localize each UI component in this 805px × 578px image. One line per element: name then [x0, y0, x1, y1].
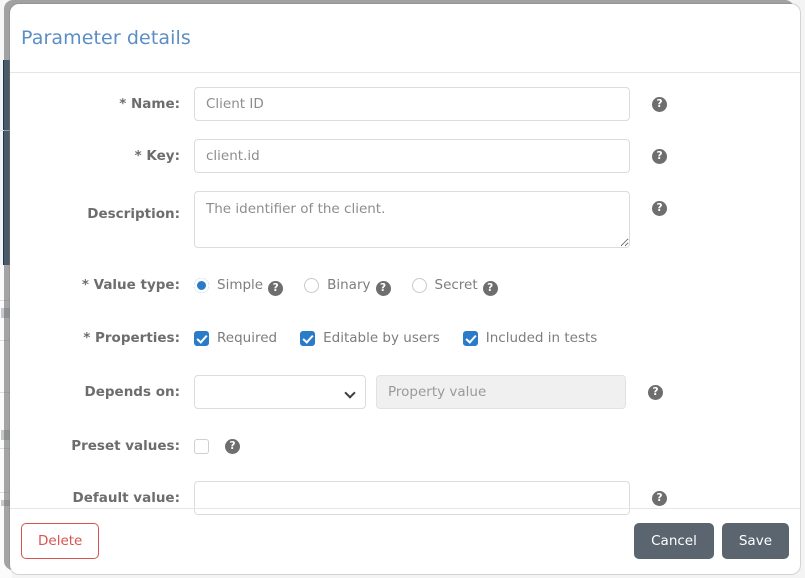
- label-name: * Name:: [119, 96, 180, 112]
- checkbox-option-required[interactable]: Required: [194, 330, 277, 346]
- form-row-description: Description: ?: [10, 191, 800, 248]
- key-input[interactable]: [194, 139, 630, 173]
- radio-option-secret[interactable]: Secret ?: [411, 277, 498, 296]
- label-description: Description:: [87, 206, 180, 222]
- form-row-key: * Key: ?: [10, 139, 800, 173]
- form-row-value-type: * Value type: Simple ? Binary ? Secret ?: [10, 268, 800, 302]
- help-icon[interactable]: ?: [652, 491, 667, 506]
- radio-icon-simple[interactable]: [194, 277, 209, 293]
- save-button[interactable]: Save: [721, 523, 789, 559]
- radio-label-simple: Simple: [217, 277, 264, 293]
- label-value-type: * Value type:: [81, 277, 180, 293]
- preset-values-wrapper: ?: [194, 429, 240, 463]
- label-key: * Key:: [134, 148, 180, 164]
- help-icon[interactable]: ?: [268, 280, 284, 296]
- help-icon[interactable]: ?: [652, 149, 667, 164]
- help-icon[interactable]: ?: [648, 385, 663, 400]
- backdrop-text-fragment: [1, 500, 10, 506]
- properties-checkbox-group: Required Editable by users Included in t…: [194, 321, 620, 355]
- checkbox-icon-editable-by-users[interactable]: [300, 330, 316, 346]
- checkbox-label-included-in-tests: Included in tests: [485, 330, 598, 346]
- radio-icon-binary[interactable]: [304, 277, 320, 293]
- form-row-name: * Name: ?: [10, 87, 800, 121]
- help-icon[interactable]: ?: [225, 438, 240, 454]
- label-depends-on: Depends on:: [84, 384, 180, 400]
- help-icon[interactable]: ?: [652, 97, 667, 112]
- checkbox-option-editable-by-users[interactable]: Editable by users: [300, 330, 440, 346]
- backdrop-text-fragment: [1, 430, 10, 440]
- radio-icon-secret[interactable]: [411, 277, 427, 293]
- checkbox-label-editable-by-users: Editable by users: [323, 330, 440, 346]
- depends-on-select[interactable]: [194, 375, 366, 409]
- checkbox-option-included-in-tests[interactable]: Included in tests: [462, 330, 598, 346]
- parameter-details-dialog: Parameter details * Name: ? * Key: ? Des…: [10, 4, 800, 574]
- dialog-body: * Name: ? * Key: ? Description: ? * Valu…: [10, 73, 800, 515]
- description-textarea[interactable]: [194, 191, 630, 248]
- help-icon[interactable]: ?: [375, 280, 391, 296]
- chevron-down-icon[interactable]: [344, 387, 356, 399]
- label-preset-values: Preset values:: [71, 438, 180, 454]
- form-row-depends-on: Depends on: Property value ?: [10, 375, 800, 409]
- radio-option-simple[interactable]: Simple ?: [194, 277, 284, 296]
- form-row-properties: * Properties: Required Editable by users…: [10, 321, 800, 355]
- label-properties: * Properties:: [83, 330, 180, 346]
- dialog-footer: Delete Cancel Save: [10, 508, 800, 573]
- checkbox-icon-required[interactable]: [194, 330, 209, 346]
- footer-actions: Cancel Save: [634, 523, 789, 559]
- cancel-button[interactable]: Cancel: [634, 523, 714, 559]
- dialog-title: Parameter details: [21, 27, 191, 49]
- value-type-radio-group: Simple ? Binary ? Secret ?: [194, 268, 519, 302]
- radio-label-secret: Secret: [434, 277, 478, 293]
- checkbox-label-required: Required: [217, 330, 278, 346]
- radio-option-binary[interactable]: Binary ?: [304, 277, 391, 296]
- delete-button[interactable]: Delete: [21, 523, 100, 559]
- dialog-header: Parameter details: [10, 4, 800, 73]
- checkbox-icon-included-in-tests[interactable]: [462, 330, 478, 346]
- help-icon[interactable]: ?: [482, 280, 498, 296]
- name-input[interactable]: [194, 87, 630, 121]
- form-row-preset-values: Preset values: ?: [10, 429, 800, 463]
- property-value-input: Property value: [376, 375, 626, 409]
- help-icon[interactable]: ?: [652, 201, 667, 216]
- preset-values-checkbox[interactable]: [194, 438, 209, 454]
- backdrop-text-fragment: [1, 308, 10, 318]
- radio-label-binary: Binary: [327, 277, 371, 293]
